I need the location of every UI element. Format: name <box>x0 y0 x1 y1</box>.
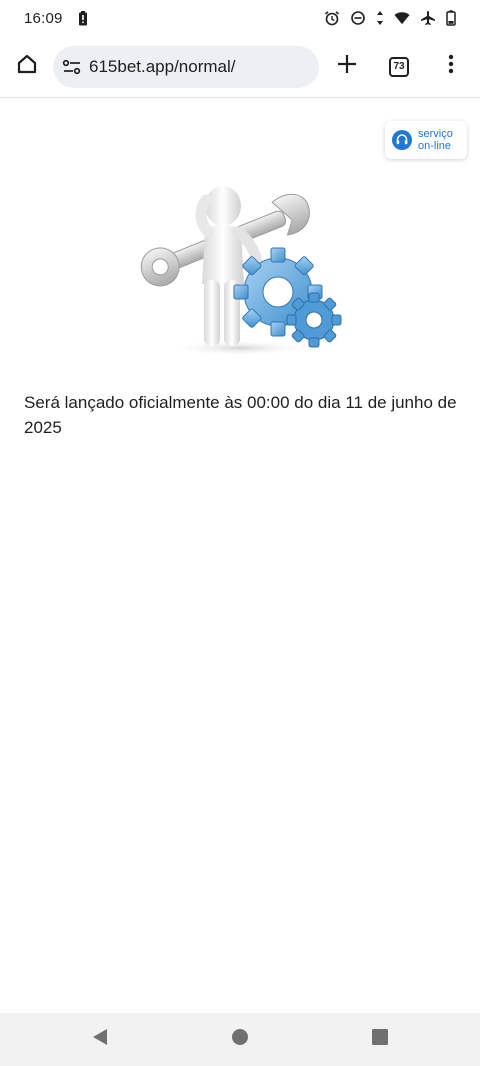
status-time: 16:09 <box>24 9 63 27</box>
home-button[interactable] <box>1 41 53 93</box>
service-line2: on-line <box>418 140 452 152</box>
recents-button[interactable] <box>310 1013 450 1066</box>
new-tab-icon <box>337 54 357 79</box>
data-arrows-icon <box>376 10 384 26</box>
back-button[interactable] <box>30 1013 170 1066</box>
alarm-icon <box>324 10 340 26</box>
browser-toolbar: 615bet.app/normal/ 73 <box>0 36 480 98</box>
status-left: 16:09 <box>24 10 91 27</box>
url-text[interactable]: 615bet.app/normal/ <box>89 57 236 77</box>
home-icon <box>16 53 38 80</box>
launch-message: Será lançado oficialmente às 00:00 do di… <box>24 393 457 437</box>
system-navigation-bar <box>0 1013 480 1066</box>
status-right <box>324 10 456 26</box>
home-nav-button[interactable] <box>170 1013 310 1066</box>
online-service-label: serviço on-line <box>418 128 453 152</box>
site-settings-icon[interactable] <box>61 56 83 78</box>
recents-icon <box>372 1029 388 1050</box>
new-tab-button[interactable] <box>321 41 373 93</box>
tab-switcher-icon: 73 <box>389 56 409 77</box>
maintenance-illustration <box>128 164 350 359</box>
more-options-button[interactable] <box>425 41 477 93</box>
status-bar: 16:09 <box>0 0 480 36</box>
battery-saver-icon <box>75 10 91 26</box>
service-line1: serviço <box>418 128 453 140</box>
more-vert-icon <box>448 54 454 79</box>
address-bar[interactable]: 615bet.app/normal/ <box>53 45 319 88</box>
back-icon <box>92 1028 108 1051</box>
do-not-disturb-icon <box>350 10 366 26</box>
headset-icon <box>392 130 412 150</box>
wifi-icon <box>394 10 410 26</box>
page-content: serviço on-line Será lançado oficialment… <box>0 98 480 1013</box>
battery-icon <box>446 10 456 26</box>
airplane-icon <box>420 10 436 26</box>
home-circle-icon <box>231 1028 249 1051</box>
tab-switcher-button[interactable]: 73 <box>373 41 425 93</box>
online-service-button[interactable]: serviço on-line <box>385 121 467 159</box>
